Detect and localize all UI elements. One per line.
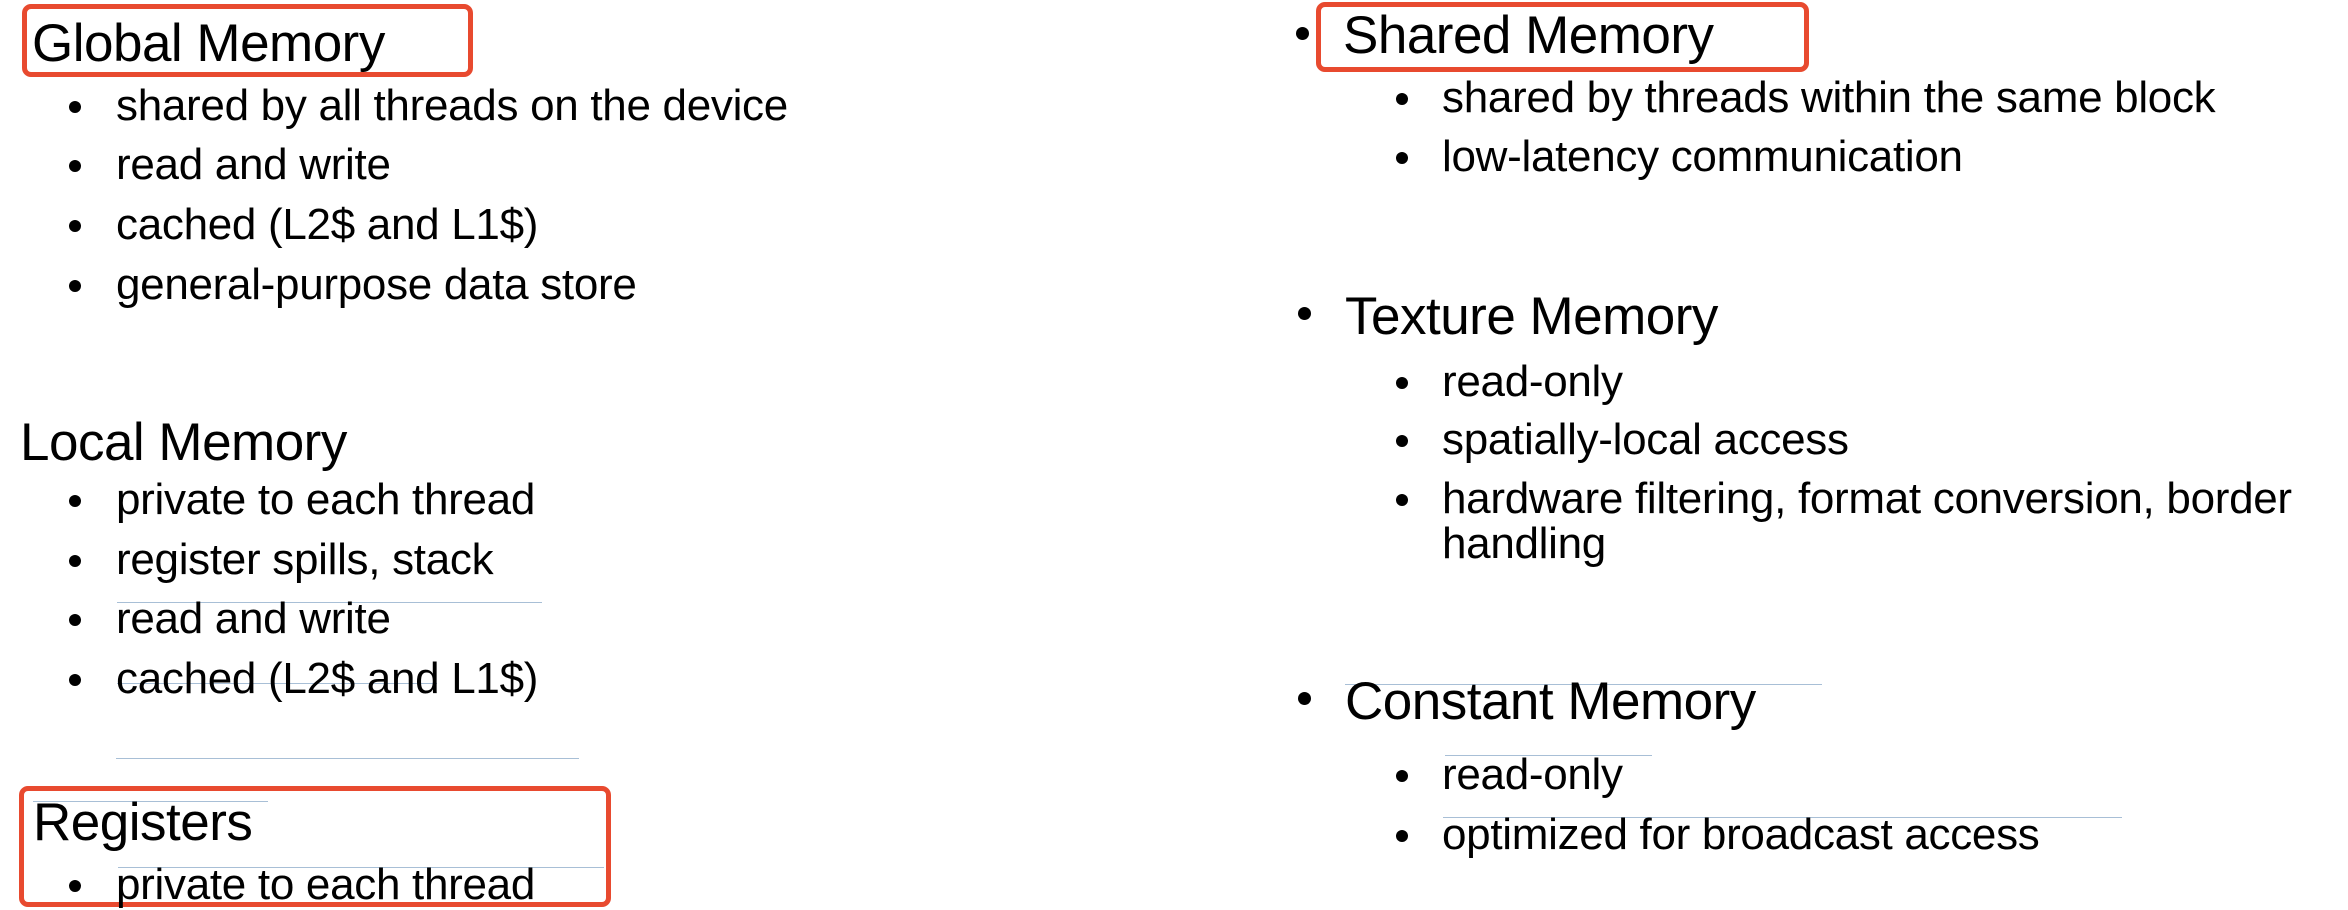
list-item: read and write bbox=[116, 140, 391, 189]
list-item: private to each thread bbox=[116, 475, 536, 524]
bullet-icon bbox=[69, 674, 81, 686]
bullet-icon bbox=[69, 280, 81, 292]
bullet-icon bbox=[1396, 435, 1408, 447]
bullet-icon bbox=[1396, 152, 1408, 164]
bullet-icon bbox=[69, 495, 81, 507]
list-item: shared by threads within the same block bbox=[1442, 73, 2216, 122]
list-item: read-only bbox=[1442, 750, 1623, 799]
bullet-icon bbox=[69, 101, 81, 113]
list-item: optimized for broadcast access bbox=[1442, 810, 2040, 859]
list-item: shared by all threads on the device bbox=[116, 81, 788, 130]
bullet-icon bbox=[1396, 830, 1408, 842]
bullet-icon bbox=[69, 880, 81, 892]
list-item: low-latency communication bbox=[1442, 132, 1963, 181]
bullet-icon bbox=[1298, 307, 1311, 320]
guide-line bbox=[116, 758, 579, 759]
list-item: register spills, stack bbox=[116, 535, 494, 584]
bullet-icon bbox=[69, 555, 81, 567]
bullet-icon bbox=[1396, 93, 1408, 105]
bullet-icon bbox=[69, 614, 81, 626]
texture-memory-title: Texture Memory bbox=[1345, 287, 1718, 346]
list-item: hardware filtering, format conversion, b… bbox=[1442, 474, 2292, 568]
bullet-icon bbox=[1396, 494, 1408, 506]
bullet-icon bbox=[1396, 770, 1408, 782]
constant-memory-title: Constant Memory bbox=[1345, 672, 1756, 731]
list-item: read and write bbox=[116, 594, 391, 643]
list-item: private to each thread bbox=[116, 860, 536, 909]
bullet-icon bbox=[69, 160, 81, 172]
bullet-icon bbox=[1298, 692, 1311, 705]
list-item: general-purpose data store bbox=[116, 260, 637, 309]
list-item: spatially-local access bbox=[1442, 415, 1849, 464]
local-memory-title: Local Memory bbox=[20, 413, 347, 472]
global-memory-title: Global Memory bbox=[32, 14, 385, 73]
list-item: read-only bbox=[1442, 357, 1623, 406]
bullet-icon bbox=[1396, 377, 1408, 389]
bullet-icon bbox=[69, 220, 81, 232]
list-item: cached (L2$ and L1$) bbox=[116, 654, 539, 703]
list-item: cached (L2$ and L1$) bbox=[116, 200, 539, 249]
registers-title: Registers bbox=[33, 793, 253, 852]
shared-memory-title: Shared Memory bbox=[1343, 6, 1714, 65]
bullet-icon bbox=[1296, 27, 1309, 40]
